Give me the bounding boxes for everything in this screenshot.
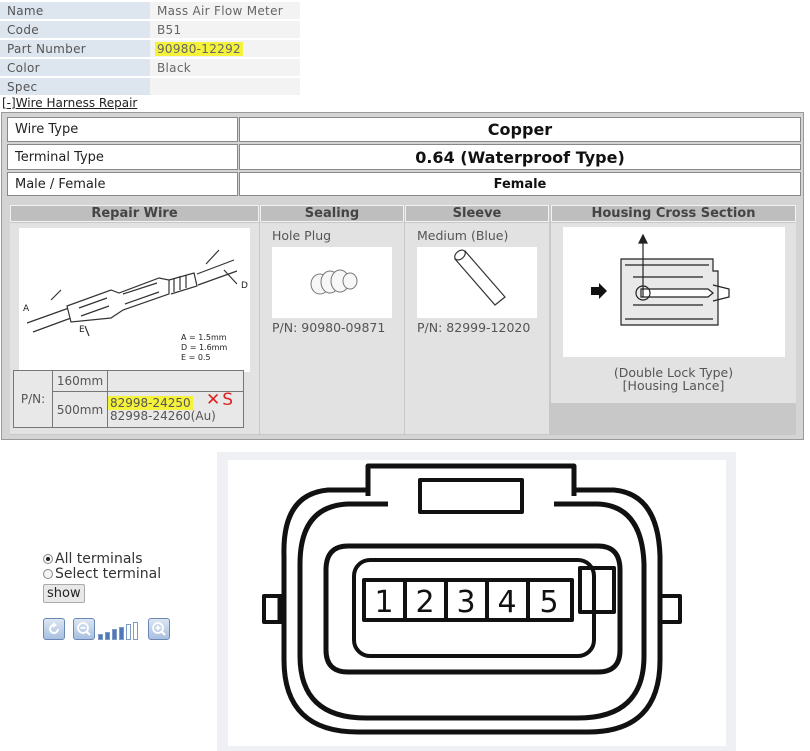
radio-all-terminals[interactable]: All terminals (43, 551, 161, 567)
pn-label: P/N: (13, 370, 53, 428)
dim-letter-e: E (79, 325, 85, 335)
zoom-level-bar[interactable] (133, 622, 138, 640)
connector-drawing: 1 2 3 4 5 (262, 463, 682, 735)
radio-label[interactable]: Select terminal (55, 566, 161, 582)
toggle-prefix[interactable]: [-] (2, 96, 16, 110)
show-button[interactable]: show (43, 584, 85, 603)
male-female-value: Female (239, 172, 801, 196)
info-key: Color (0, 59, 150, 76)
housing-caption-2: [Housing Lance] (622, 378, 725, 393)
repair-wire-column: A D E A = 1.5mm D = 1.6mm E = 0.5 P/N: 1… (10, 223, 259, 434)
sealing-pn: P/N: 90980-09871 (272, 320, 386, 335)
dim-a-text: A = 1.5mm (181, 333, 227, 342)
info-key: Name (0, 2, 150, 19)
connector-info-table: Name Mass Air Flow Meter Code B51 Part N… (0, 0, 300, 97)
repair-wire-header: Repair Wire (10, 205, 259, 222)
zoom-level-bar[interactable] (112, 629, 117, 640)
zoom-level-bar[interactable] (98, 634, 103, 640)
zoom-level-bar[interactable] (105, 631, 110, 640)
zoom-in-button[interactable] (148, 618, 170, 640)
pn-row-160: P/N: 160mm (13, 370, 244, 428)
connector-face-view: 1 2 3 4 5 (228, 460, 726, 746)
length-cell: 500mm (52, 391, 108, 428)
zoom-level-bar[interactable] (126, 624, 131, 640)
repair-wire-pn-table: P/N: 160mm 500mm 82998-24250 ✕S 82998-242… (13, 370, 244, 428)
pn-cell: 82998-24250 ✕S 82998-24260(Au) (107, 390, 244, 428)
pin-2: 2 (415, 585, 434, 620)
dim-letter-a: A (23, 304, 30, 314)
sealing-column: Hole Plug P/N: 90980-09871 (260, 223, 404, 434)
hole-plug-drawing (310, 269, 358, 295)
pin-3: 3 (456, 585, 475, 620)
housing-caption: (Double Lock Type) [Housing Lance] (551, 366, 796, 403)
sleeve-image (417, 247, 537, 318)
handwritten-mark: ✕S (206, 390, 236, 410)
toggle-label[interactable]: Wire Harness Repair (16, 96, 138, 110)
refresh-icon (49, 622, 59, 634)
radio-select-terminal[interactable]: Select terminal (43, 566, 161, 582)
zoom-in-icon (152, 622, 166, 636)
info-row-code: Code B51 (0, 21, 300, 38)
zoom-out-button[interactable] (73, 618, 95, 640)
radio-label[interactable]: All terminals (55, 551, 143, 567)
housing-header: Housing Cross Section (551, 205, 796, 222)
info-value: Mass Air Flow Meter (150, 2, 300, 19)
wire-type-label: Wire Type (7, 117, 238, 142)
part-number-highlight: 90980-12292 (155, 41, 243, 56)
sealing-header: Sealing (260, 205, 404, 222)
pn-cell (107, 370, 244, 392)
dim-letter-d: D (241, 281, 248, 291)
zoom-level-bar[interactable] (119, 626, 124, 640)
info-value: Black (150, 59, 300, 76)
info-value: B51 (150, 21, 300, 38)
radio-button[interactable] (43, 568, 53, 579)
pn-alt: 82998-24260(Au) (110, 408, 216, 423)
dim-e-text: E = 0.5 (181, 353, 211, 362)
info-row-spec: Spec (0, 78, 300, 95)
info-key: Code (0, 21, 150, 38)
housing-column (551, 223, 796, 366)
male-female-label: Male / Female (7, 172, 238, 196)
info-value-container: 90980-12292 (150, 40, 300, 57)
sealing-label: Hole Plug (272, 228, 332, 243)
sleeve-pn: P/N: 82999-12020 (417, 320, 531, 335)
zoom-level-bars[interactable] (98, 620, 146, 640)
housing-cross-section-image (563, 227, 785, 357)
length-cell: 160mm (52, 370, 108, 392)
sleeve-column: Medium (Blue) P/N: 82999-12020 (405, 223, 549, 434)
dim-d-text: D = 1.6mm (181, 343, 227, 352)
zoom-out-icon (77, 622, 91, 636)
terminal-type-value: 0.64 (Waterproof Type) (239, 144, 801, 170)
info-row-part-number: Part Number 90980-12292 (0, 40, 300, 57)
repair-wire-drawing: A D E A = 1.5mm D = 1.6mm E = 0.5 (19, 228, 250, 372)
hole-plug-image (272, 247, 392, 318)
radio-button[interactable] (43, 553, 53, 564)
info-key: Part Number (0, 40, 150, 57)
repair-parts-grid: Repair Wire Sealing Sleeve Housing Cross… (10, 205, 796, 435)
reset-zoom-button[interactable] (43, 618, 65, 640)
sleeve-header: Sleeve (405, 205, 549, 222)
terminal-controls: All terminals Select terminal show (43, 551, 161, 603)
info-key: Spec (0, 78, 150, 95)
wire-harness-repair-panel: Wire Type Copper Terminal Type 0.64 (Wat… (1, 112, 804, 440)
sleeve-drawing (454, 249, 506, 306)
pin-5: 5 (539, 585, 558, 620)
terminal-type-label: Terminal Type (7, 144, 238, 170)
sleeve-label: Medium (Blue) (417, 228, 509, 243)
wire-harness-repair-toggle[interactable]: [-]Wire Harness Repair (2, 96, 137, 110)
wire-type-value: Copper (239, 117, 801, 142)
info-row-name: Name Mass Air Flow Meter (0, 2, 300, 19)
info-row-color: Color Black (0, 59, 300, 76)
pin-1: 1 (374, 585, 393, 620)
pn-highlight: 82998-24250 (108, 395, 193, 410)
zoom-controls (43, 618, 177, 642)
info-value (150, 78, 300, 95)
housing-drawing (591, 233, 730, 326)
terminal-drawing: A D E A = 1.5mm D = 1.6mm E = 0.5 (23, 249, 248, 362)
pin-4: 4 (497, 585, 516, 620)
